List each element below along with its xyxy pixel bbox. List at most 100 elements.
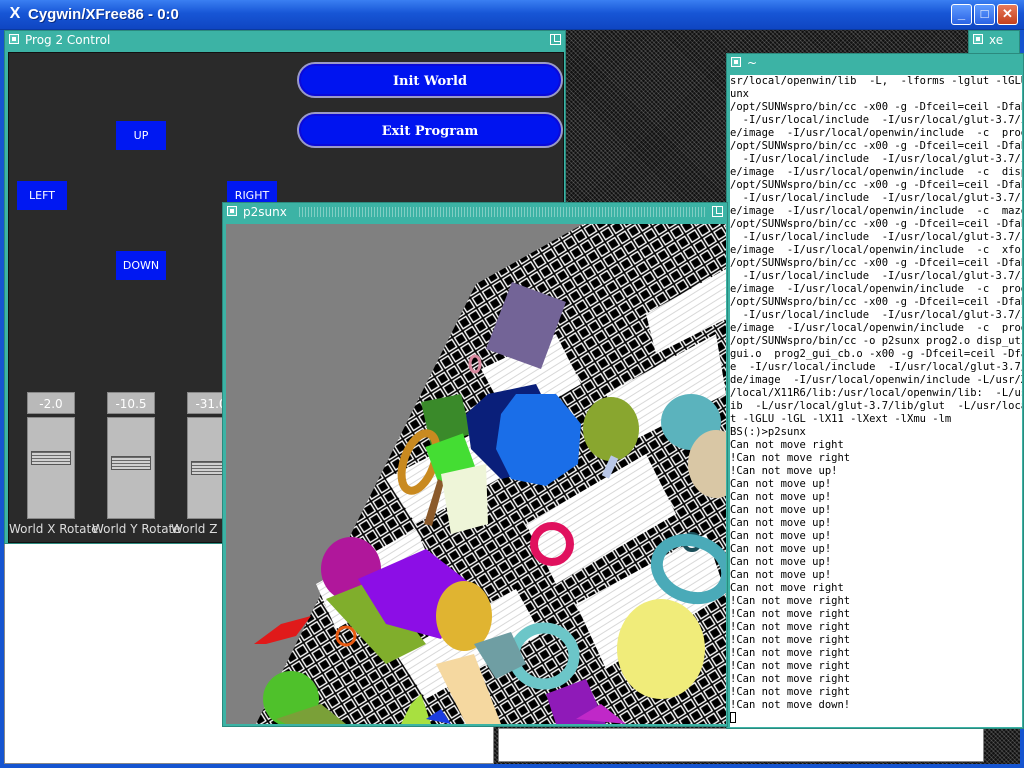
terminal-line: /opt/SUNWspro/bin/cc -x00 -g -Dfceil=cei… bbox=[730, 179, 1022, 191]
terminal-line: /opt/SUNWspro/bin/cc -x00 -g -Dfceil=cei… bbox=[730, 218, 1022, 230]
terminal-line: -I/usr/local/include -I/usr/local/glut-3… bbox=[730, 153, 1022, 165]
terminal-line: Can not move up! bbox=[730, 478, 832, 490]
terminal-line: Can not move up! bbox=[730, 491, 832, 503]
terminal-line: !Can not move down! bbox=[730, 699, 851, 711]
window-menu-icon[interactable] bbox=[227, 206, 237, 216]
terminal-line: Can not move up! bbox=[730, 556, 832, 568]
terminal-line: e/image -I/usr/local/openwin/include -c … bbox=[730, 283, 1022, 295]
terminal-line: -I/usr/local/include -I/usr/local/glut-3… bbox=[730, 192, 1022, 204]
terminal-line: gui.o prog2_gui_cb.o -x00 -g -Dfceil=cei… bbox=[730, 348, 1022, 360]
terminal-line: !Can not move right bbox=[730, 673, 851, 685]
window-menu-icon[interactable] bbox=[731, 57, 741, 67]
init-world-button[interactable]: Init World bbox=[297, 62, 563, 98]
slider-thumb[interactable] bbox=[31, 451, 71, 465]
terminal-line: Can not move up! bbox=[730, 543, 832, 555]
maximize-icon[interactable] bbox=[550, 34, 561, 45]
terminal-line: Can not move right bbox=[730, 582, 844, 594]
yellow-octagon bbox=[617, 599, 705, 699]
terminal-line: de/image -I/usr/local/openwin/include -L… bbox=[730, 374, 1022, 386]
slider-label: World X Rotate bbox=[9, 522, 99, 536]
exit-program-button[interactable]: Exit Program bbox=[297, 112, 563, 148]
terminal-line: /opt/SUNWspro/bin/cc -x00 -g -Dfceil=cei… bbox=[730, 101, 1022, 113]
terminal-line: !Can not move right bbox=[730, 634, 851, 646]
maze-scene bbox=[254, 224, 726, 724]
terminal-line: !Can not move up! bbox=[730, 465, 838, 477]
terminal-window-title: ~ bbox=[747, 56, 758, 70]
left-button[interactable]: LEFT bbox=[17, 181, 67, 210]
host-titlebar[interactable]: X Cygwin/XFree86 - 0:0 _ □ ✕ bbox=[0, 0, 1024, 30]
terminal-line: Can not move up! bbox=[730, 504, 832, 516]
host-window-title: Cygwin/XFree86 - 0:0 bbox=[28, 6, 179, 23]
terminal-line: !Can not move right bbox=[730, 686, 851, 698]
terminal-line: /local/X11R6/lib:/usr/local/openwin/lib:… bbox=[730, 387, 1022, 399]
terminal-line: !Can not move right bbox=[730, 595, 851, 607]
window-menu-icon[interactable] bbox=[9, 34, 19, 44]
xe-titlebar[interactable]: xe bbox=[969, 31, 1019, 49]
terminal-line: e/image -I/usr/local/openwin/include -c … bbox=[730, 244, 1022, 256]
terminal-line: /opt/SUNWspro/bin/cc -x00 -g -Dfceil=cei… bbox=[730, 296, 1022, 308]
titlebar-stripe bbox=[299, 207, 705, 217]
terminal-line: unx bbox=[730, 88, 749, 100]
slider-track[interactable] bbox=[107, 417, 155, 519]
terminal-line: /opt/SUNWspro/bin/cc -x00 -g -Dfceil=cei… bbox=[730, 257, 1022, 269]
slider-label: World Y Rotate bbox=[92, 522, 181, 536]
window-menu-icon[interactable] bbox=[973, 34, 983, 44]
terminal-line: e/image -I/usr/local/openwin/include -c … bbox=[730, 127, 1022, 139]
slider-thumb[interactable] bbox=[111, 456, 151, 470]
terminal-line: -I/usr/local/include -I/usr/local/glut-3… bbox=[730, 231, 1022, 243]
terminal-cursor bbox=[730, 712, 736, 723]
terminal-prompt-line[interactable] bbox=[730, 712, 1022, 725]
close-button[interactable]: ✕ bbox=[997, 4, 1018, 25]
terminal-line: e/image -I/usr/local/openwin/include -c … bbox=[730, 322, 1022, 334]
gold-octagon bbox=[436, 581, 492, 651]
control-window-title: Prog 2 Control bbox=[25, 33, 111, 47]
terminal-line: -I/usr/local/include -I/usr/local/glut-3… bbox=[730, 114, 1022, 126]
p2sunx-window[interactable]: p2sunx bbox=[222, 202, 728, 727]
control-titlebar[interactable]: Prog 2 Control bbox=[5, 31, 565, 49]
terminal-window[interactable]: ~ sr/local/openwin/lib -L, -lforms -lglu… bbox=[726, 53, 1024, 729]
close-icon: ✕ bbox=[1002, 6, 1013, 21]
terminal-line: !Can not move right bbox=[730, 660, 851, 672]
terminal-line: !Can not move right bbox=[730, 647, 851, 659]
terminal-line: e -I/usr/local/include -I/usr/local/glut… bbox=[730, 361, 1022, 373]
maximize-button[interactable]: □ bbox=[974, 4, 995, 25]
terminal-line: sr/local/openwin/lib -L, -lforms -lglut … bbox=[730, 75, 1022, 87]
terminal-line: ib -L/usr/local/glut-3.7/lib/glut -L/usr… bbox=[730, 400, 1022, 412]
p2sunx-titlebar[interactable]: p2sunx bbox=[223, 203, 727, 221]
terminal-line: Can not move up! bbox=[730, 517, 832, 529]
terminal-lines: sr/local/openwin/lib -L, -lforms -lglut … bbox=[730, 75, 1022, 712]
terminal-line: Can not move up! bbox=[730, 530, 832, 542]
terminal-line: e/image -I/usr/local/openwin/include -c … bbox=[730, 166, 1022, 178]
slider-track[interactable] bbox=[27, 417, 75, 519]
down-button[interactable]: DOWN bbox=[116, 251, 166, 280]
terminal-line: t -lGLU -lGL -lX11 -lXext -lXmu -lm bbox=[730, 413, 952, 425]
terminal-line: -I/usr/local/include -I/usr/local/glut-3… bbox=[730, 270, 1022, 282]
terminal-line: /opt/SUNWspro/bin/cc -o p2sunx prog2.o d… bbox=[730, 335, 1022, 347]
host-border-bottom bbox=[0, 764, 1024, 768]
terminal-line: !Can not move right bbox=[730, 621, 851, 633]
minimize-icon: _ bbox=[957, 6, 966, 21]
xe-window-title: xe bbox=[989, 33, 1004, 47]
up-button[interactable]: UP bbox=[116, 121, 166, 150]
terminal-line: !Can not move right bbox=[730, 608, 851, 620]
terminal-line: /opt/SUNWspro/bin/cc -x00 -g -Dfceil=cei… bbox=[730, 140, 1022, 152]
slider-value: -10.5 bbox=[107, 392, 155, 414]
terminal-titlebar[interactable]: ~ bbox=[727, 54, 1023, 72]
blank-window-bottom[interactable] bbox=[498, 728, 984, 762]
xe-window[interactable]: xe bbox=[968, 30, 1020, 54]
olive-octagon bbox=[583, 397, 639, 461]
terminal-line: e/image -I/usr/local/openwin/include -c … bbox=[730, 205, 1022, 217]
terminal-line: Can not move right bbox=[730, 439, 844, 451]
slider-value: -2.0 bbox=[27, 392, 75, 414]
terminal-line: Can not move up! bbox=[730, 569, 832, 581]
terminal-line: BS(:)>p2sunx bbox=[730, 426, 806, 438]
maximize-icon: □ bbox=[980, 6, 989, 21]
maximize-icon[interactable] bbox=[712, 206, 723, 217]
p2sunx-window-title: p2sunx bbox=[243, 205, 287, 219]
terminal-line: !Can not move right bbox=[730, 452, 851, 464]
x-logo-icon: X bbox=[9, 5, 21, 22]
minimize-button[interactable]: _ bbox=[951, 4, 972, 25]
terminal-line: -I/usr/local/include -I/usr/local/glut-3… bbox=[730, 309, 1022, 321]
opengl-viewport[interactable] bbox=[226, 224, 726, 724]
terminal-output[interactable]: sr/local/openwin/lib -L, -lforms -lglut … bbox=[730, 75, 1022, 727]
